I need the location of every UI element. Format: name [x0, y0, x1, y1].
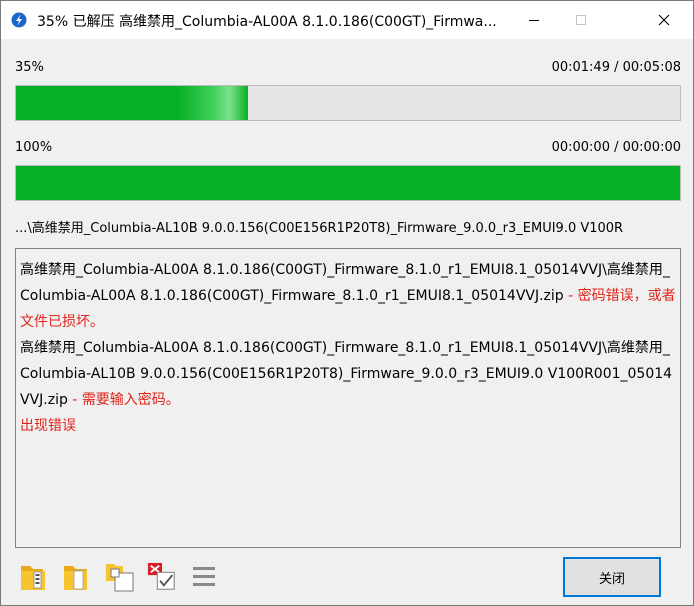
maximize-button[interactable] [558, 1, 604, 39]
total-progress-bar [15, 165, 681, 201]
current-progress-time: 00:01:49 / 00:05:08 [551, 60, 681, 75]
log-entry: 高维禁用_Columbia-AL00A 8.1.0.186(C00GT)_Fir… [20, 257, 676, 335]
folder-icon[interactable] [61, 561, 91, 593]
extraction-progress-window: 35% 已解压 高维禁用_Columbia-AL00A 8.1.0.186(C0… [0, 0, 694, 606]
close-button[interactable]: 关闭 [563, 557, 661, 597]
error-log[interactable]: 高维禁用_Columbia-AL00A 8.1.0.186(C00GT)_Fir… [15, 248, 681, 548]
total-progress-percent: 100% [15, 140, 53, 155]
window-title: 35% 已解压 高维禁用_Columbia-AL00A 8.1.0.186(C0… [37, 14, 497, 30]
open-folder-icon[interactable] [19, 561, 49, 593]
current-progress-bar [15, 85, 681, 121]
log-entry-separator: - [563, 288, 578, 304]
minimize-icon [529, 20, 539, 21]
minimize-button[interactable] [511, 1, 557, 39]
title-bar: 35% 已解压 高维禁用_Columbia-AL00A 8.1.0.186(C0… [1, 1, 693, 39]
close-window-button[interactable] [641, 1, 687, 39]
maximize-icon [576, 15, 586, 25]
menu-icon[interactable] [191, 561, 221, 593]
current-progress-fill [16, 86, 249, 120]
copy-icon[interactable] [105, 561, 135, 593]
checklist-icon[interactable] [147, 561, 177, 593]
lightning-app-icon [11, 12, 27, 28]
log-entry: 高维禁用_Columbia-AL00A 8.1.0.186(C00GT)_Fir… [20, 335, 676, 413]
total-progress-fill [16, 166, 680, 200]
log-entry-separator: - [67, 392, 82, 408]
log-summary: 出现错误 [20, 418, 76, 434]
log-entry-message: 需要输入密码。 [81, 392, 180, 408]
current-progress-percent: 35% [15, 60, 44, 75]
close-icon [658, 14, 670, 26]
total-progress-time: 00:00:00 / 00:00:00 [551, 140, 681, 155]
current-file-path: ...\高维禁用_Columbia-AL10B 9.0.0.156(C00E15… [15, 221, 624, 236]
